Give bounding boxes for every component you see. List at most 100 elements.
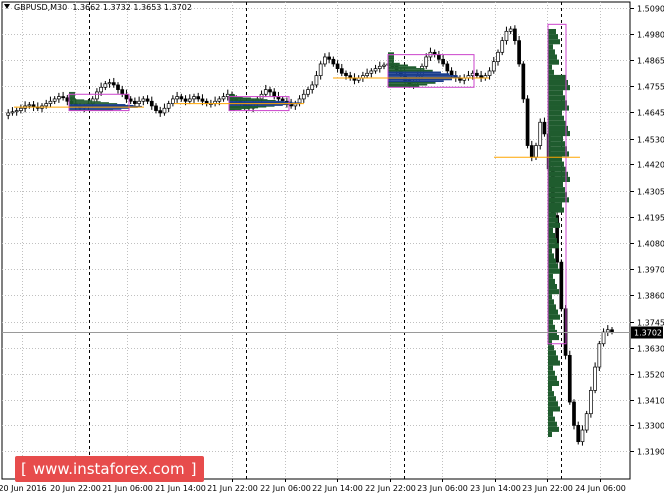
candle: [567, 355, 572, 403]
candle: [601, 331, 606, 345]
candle: [589, 390, 593, 415]
volume-profile-bar: [69, 102, 109, 104]
y-tick-label: 1.3860: [637, 292, 664, 301]
volume-profile-bar: [548, 161, 564, 167]
candle: [137, 100, 141, 104]
candle: [200, 98, 205, 102]
candle: [339, 68, 344, 74]
candle: [576, 425, 581, 443]
candle: [500, 40, 505, 53]
candle: [268, 89, 272, 93]
volume-profile-bar: [548, 125, 568, 131]
volume-profile-bar: [548, 100, 567, 106]
candle: [107, 82, 112, 85]
volume-profile-bar: [548, 350, 556, 356]
volume-profile-bar: [548, 391, 554, 397]
candle: [475, 72, 479, 76]
candle: [559, 261, 564, 310]
candle: [508, 28, 513, 32]
volume-profile-bar: [388, 52, 394, 55]
candle: [306, 89, 310, 95]
candle: [521, 63, 526, 100]
y-tick-label: 1.3300: [637, 422, 664, 431]
volume-profile-bar: [548, 304, 556, 310]
candle: [44, 103, 49, 107]
y-tick-label: 1.3630: [637, 345, 664, 354]
volume-profile-bar: [548, 110, 562, 116]
volume-profile-bar: [548, 396, 556, 402]
y-tick-label: 1.4645: [637, 109, 664, 118]
x-tick-label: 21 Jun 14:00: [155, 484, 206, 493]
volume-profile-bar: [548, 227, 553, 233]
candle: [14, 110, 19, 113]
volume-profile-bar: [388, 68, 425, 70]
volume-profile-bar: [69, 107, 130, 109]
candle: [377, 65, 382, 69]
volume-profile-bar: [548, 171, 568, 177]
volume-profile-bar: [548, 222, 560, 228]
volume-profile-bar: [69, 104, 134, 106]
candle: [120, 89, 125, 95]
y-tick-label: 1.3520: [637, 371, 664, 380]
volume-profile-bar: [548, 120, 566, 126]
candle: [183, 98, 188, 102]
volume-profile-bar: [548, 324, 555, 330]
chart-window[interactable]: 1.5090 1.4980 1.4865 1.4755 1.4645 1.4530 1.44…: [0, 0, 664, 498]
volume-profile-bar: [548, 263, 558, 269]
volume-profile-bar: [548, 181, 563, 188]
candle: [580, 429, 585, 443]
candle: [217, 98, 222, 102]
volume-profile-bar: [69, 92, 75, 94]
volume-profile-bar: [548, 85, 570, 91]
candle: [373, 68, 378, 72]
candle: [6, 112, 11, 116]
watermark-close-bracket: ]: [190, 460, 197, 478]
candle: [610, 329, 614, 332]
candle: [572, 401, 576, 426]
volume-profile-bar: [548, 299, 554, 305]
y-tick-label: 1.4530: [637, 136, 664, 145]
x-tick-label: 21 Jun 06:00: [102, 484, 153, 493]
candle: [133, 100, 137, 104]
volume-profile-bar: [548, 431, 552, 438]
candle: [162, 107, 167, 114]
x-tick-label: 22 Jun 22:00: [365, 484, 416, 493]
volume-profile-bar: [388, 71, 441, 74]
dropdown-triangle-icon[interactable]: [4, 4, 10, 9]
volume-profile-bar: [388, 69, 433, 72]
ohlc-values: 1.3662 1.3732 1.3653 1.3702: [72, 3, 192, 12]
candle: [124, 93, 129, 100]
candle: [369, 70, 374, 74]
volume-profile-bar: [69, 96, 75, 98]
volume-profile-bar: [548, 268, 560, 274]
x-tick-label: 20 Jun 2016: [0, 484, 47, 493]
candle: [187, 98, 192, 102]
volume-profile-bar: [548, 294, 552, 300]
candle: [538, 121, 543, 146]
volume-profile-bar: [388, 61, 394, 63]
candle: [192, 96, 196, 100]
volume-profile-bar: [548, 54, 557, 60]
candle: [525, 98, 530, 146]
volume-profile-bar: [69, 97, 75, 99]
volume-profile-bar: [548, 166, 566, 172]
volume-profile-bar: [548, 136, 563, 142]
volume-profile-bar: [548, 319, 553, 325]
volume-profile-bar: [548, 95, 565, 101]
volume-profile-bar: [69, 101, 101, 103]
volume-profile-bar: [69, 98, 76, 100]
x-tick-label: 23 Jun 14:00: [470, 484, 521, 493]
candle: [158, 110, 163, 114]
volume-profile-bar: [548, 130, 570, 137]
volume-profile-bar: [388, 57, 394, 60]
price-chart[interactable]: 1.5090 1.4980 1.4865 1.4755 1.4645 1.4530 1.44…: [0, 0, 664, 498]
volume-profile-bar: [388, 75, 458, 77]
volume-profile-bar: [548, 141, 565, 147]
candle: [149, 100, 154, 107]
volume-profile-bar: [388, 64, 408, 67]
volume-profile-bar: [548, 314, 560, 320]
volume-profile-bar: [548, 365, 553, 371]
volume-profile-bar: [388, 55, 394, 58]
y-tick-label: 1.5090: [637, 5, 664, 14]
watermark-text: www.instaforex.com: [32, 460, 185, 478]
